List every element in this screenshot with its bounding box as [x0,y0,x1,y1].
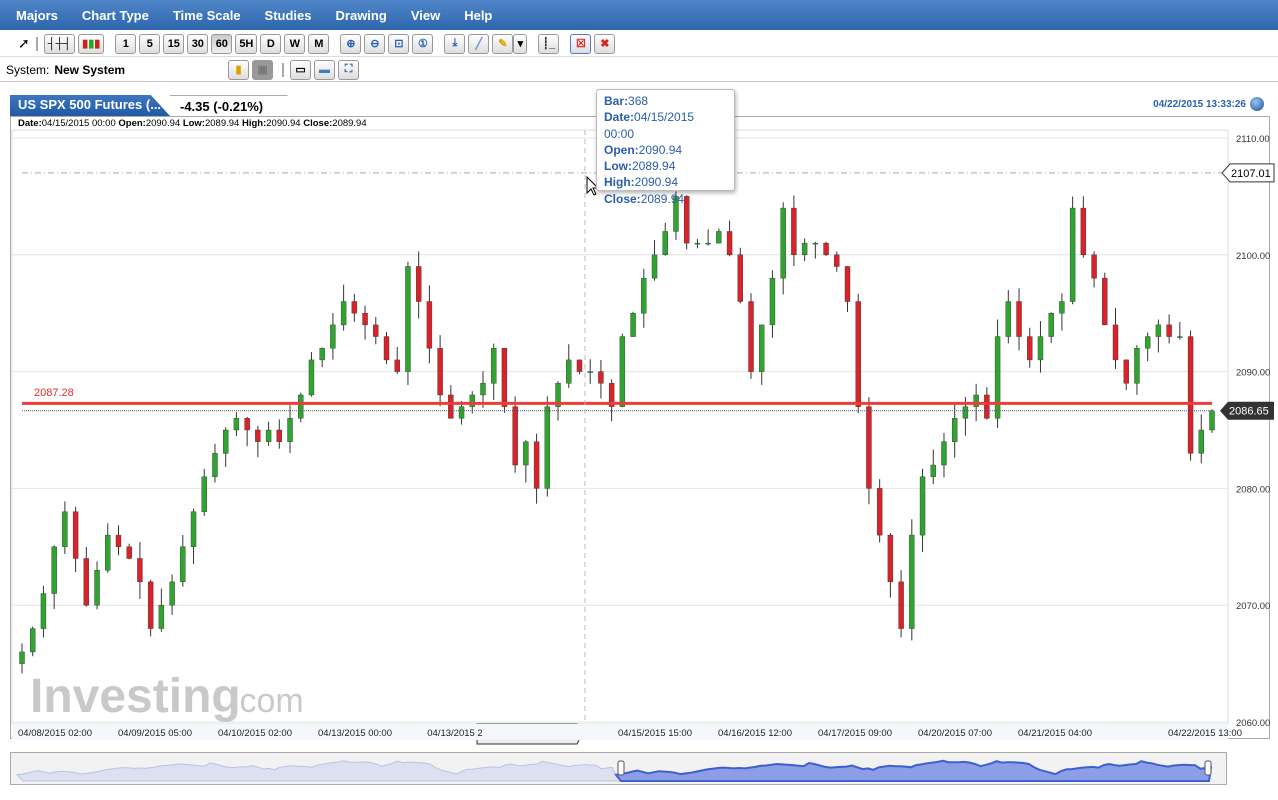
timeframe-30[interactable]: 30 [187,33,209,54]
timeframe-5h[interactable]: 5H [235,33,258,54]
instrument-tab[interactable]: US SPX 500 Futures (... -4.35 (-0.21%) [10,95,304,116]
pencil-icon[interactable]: ✎ [492,33,514,54]
candlestick-button[interactable]: ▮ ▮ ▮ [78,33,105,54]
timestamp-text: 04/22/2015 13:33:26 [1153,98,1246,110]
navigator-chart[interactable] [11,753,1226,784]
timeframe-5[interactable]: 5 [139,33,161,54]
divider [282,62,285,77]
folder-icon[interactable]: ▮ [228,59,250,80]
image-export-icon[interactable]: ▬ [314,59,336,80]
delete-all-icon[interactable]: ✖ [594,33,616,54]
delete-selected-icon[interactable]: ☒ [570,33,592,54]
trend-line-icon[interactable]: ╱ [468,33,490,54]
timeframe-m[interactable]: M [308,33,330,54]
menu-help[interactable]: Help [464,8,492,23]
ohlc-info-line: Date:04/15/2015 00:00 Open:2090.94 Low:2… [18,118,367,129]
menu-time-scale[interactable]: Time Scale [173,8,241,23]
chevron-down-icon[interactable]: ▾ [513,33,528,54]
globe-icon[interactable] [1250,97,1264,111]
timeframe-15[interactable]: 15 [163,33,185,54]
system-bar: System: New System ▮ ▣ ▭ ▬ ⛶ [0,58,1278,82]
print-icon[interactable]: ▭ [290,59,312,80]
toolbar: ➚ ┤┼┤ ▮ ▮ ▮ 1 5 15 30 60 5H D W M ⊕ ⊖ ⊡ ① … [0,31,1278,57]
timeframe-60[interactable]: 60 [211,33,233,54]
navigator-right-handle [1204,760,1212,776]
menu-studies[interactable]: Studies [265,8,312,23]
menu-drawing[interactable]: Drawing [336,8,387,23]
ohlc-bars-button[interactable]: ┤┼┤ [43,33,76,54]
system-name: New System [54,62,126,77]
pointer-icon[interactable]: ➚ [18,35,30,52]
navigator-left-handle [617,760,625,776]
zoom-in-icon[interactable]: ⊕ [340,33,362,54]
horizontal-line-icon[interactable]: ⤓ [444,33,466,54]
save-icon[interactable]: ▣ [252,59,274,80]
divider [35,36,38,51]
timeframe-d[interactable]: D [260,33,282,54]
menu-chart-type[interactable]: Chart Type [82,8,149,23]
instrument-change: -4.35 (-0.21%) [170,95,304,116]
instrument-name: US SPX 500 Futures (... [10,95,170,116]
zoom-reset-icon[interactable]: ① [412,33,434,54]
timestamp: 04/22/2015 13:33:26 [1153,97,1264,111]
menu-bar: Majors Chart Type Time Scale Studies Dra… [0,0,1278,30]
navigator[interactable] [10,752,1227,785]
menu-view[interactable]: View [411,8,440,23]
timeframe-w[interactable]: W [284,33,306,54]
chart-panel [10,116,1270,739]
zoom-out-icon[interactable]: ⊖ [364,33,386,54]
crosshair-icon[interactable]: ┊_ [538,33,560,54]
menu-majors[interactable]: Majors [16,8,58,23]
zoom-fit-icon[interactable]: ⊡ [388,33,410,54]
bar-tooltip: Bar:368 Date:04/15/2015 00:00 Open:2090.… [596,89,735,206]
timeframe-1[interactable]: 1 [115,33,137,54]
system-label: System: [6,62,50,77]
fullscreen-icon[interactable]: ⛶ [338,59,360,80]
